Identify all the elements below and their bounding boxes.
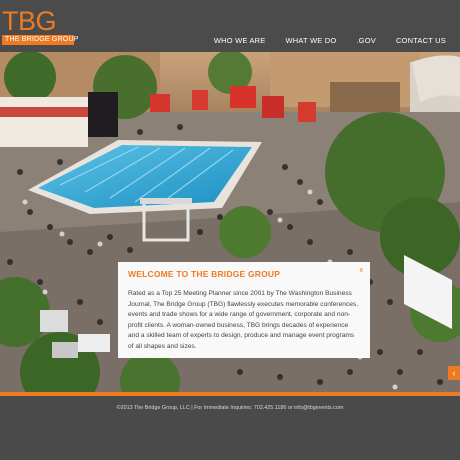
logo-text: TBG <box>2 6 57 36</box>
welcome-body: Rated as a Top 25 Meeting Planner since … <box>128 290 359 350</box>
nav-item-contact-us[interactable]: CONTACT US <box>396 36 446 45</box>
nav-item-what-we-do[interactable]: WHAT WE DO <box>285 36 336 45</box>
nav-item-gov[interactable]: .GOV <box>356 36 376 45</box>
footer-text: ©2013 The Bridge Group, LLC | For Immedi… <box>116 405 344 411</box>
close-icon[interactable]: x <box>360 267 364 274</box>
logo[interactable]: TBG THE BRIDGE GROUP <box>2 6 78 45</box>
chevron-right-icon[interactable]: ‹ <box>448 366 460 380</box>
site-header: TBG THE BRIDGE GROUP WHO WE ARE WHAT WE … <box>0 0 460 52</box>
logo-subtitle: THE BRIDGE GROUP <box>2 35 78 45</box>
nav-item-who-we-are[interactable]: WHO WE ARE <box>214 36 266 45</box>
main-nav: WHO WE ARE WHAT WE DO .GOV CONTACT US <box>194 36 446 45</box>
welcome-panel: WELCOME TO THE BRIDGE GROUP x Rated as a… <box>118 262 370 358</box>
site-footer: ©2013 The Bridge Group, LLC | For Immedi… <box>0 396 460 460</box>
welcome-title: WELCOME TO THE BRIDGE GROUP <box>128 269 281 279</box>
